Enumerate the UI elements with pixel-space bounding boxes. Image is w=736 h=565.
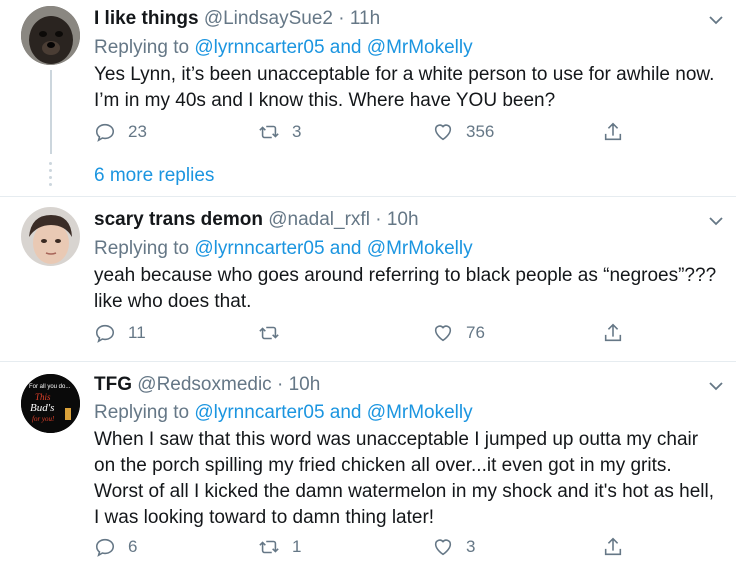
share-icon [604,122,622,141]
chevron-down-icon[interactable] [708,14,724,26]
user-handle[interactable]: @LindsaySue2 [204,8,333,29]
display-name[interactable]: TFG [94,374,132,395]
user-handle[interactable]: @nadal_rxfl [268,209,370,230]
timestamp[interactable]: 11h [350,8,380,29]
timestamp[interactable]: 10h [289,374,321,395]
tweet-text: When I saw that this word was unacceptab… [94,429,714,528]
avatar[interactable] [21,207,80,266]
retweet-icon [259,540,279,554]
share-button[interactable] [602,121,636,143]
like-count: 76 [466,323,485,342]
reply-button[interactable]: 11 [94,322,146,344]
heart-icon [434,539,452,556]
like-button[interactable]: 356 [432,121,494,143]
tweet-header: scary trans demon @nadal_rxfl · 10h [94,209,419,230]
timestamp[interactable]: 10h [387,209,419,230]
retweet-button[interactable]: 1 [258,536,301,558]
retweet-button[interactable]: 3 [258,121,301,143]
retweet-count: 1 [292,537,302,556]
reply-icon [95,324,115,343]
tweet-header: I like things @LindsaySue2 · 11h [94,8,381,29]
reply-icon [95,538,115,557]
mention-link[interactable]: @MrMokelly [367,238,473,259]
logo-text: For all you do... [29,384,71,390]
reply-button[interactable]: 23 [94,121,147,143]
thread-line [50,70,52,154]
reply-icon [95,123,115,142]
mention-link[interactable]: @lyrnncarter05 [194,238,324,259]
mention-link[interactable]: @MrMokelly [367,37,473,58]
like-count: 356 [466,122,495,141]
retweet-count: 3 [292,122,302,141]
tweet-3[interactable]: For all you do... This Bud's for you! TF… [0,362,736,565]
tweet-actions: 11 76 [94,322,654,346]
more-replies-link[interactable]: 6 more replies [94,165,214,187]
share-button[interactable] [602,322,636,344]
user-handle[interactable]: @Redsoxmedic [137,374,271,395]
tweet-1[interactable]: I like things @LindsaySue2 · 11h Replyin… [0,0,736,196]
tweet-actions: 6 1 3 [94,536,654,560]
tweet-2[interactable]: scary trans demon @nadal_rxfl · 10h Repl… [0,197,736,361]
logo-text: for you! [32,415,55,423]
mention-link[interactable]: @MrMokelly [367,402,473,423]
display-name[interactable]: scary trans demon [94,209,263,230]
reply-button[interactable]: 6 [94,536,137,558]
like-button[interactable]: 3 [432,536,475,558]
heart-icon [434,124,452,141]
logo-text: Bud's [30,402,54,414]
mention-link[interactable]: @lyrnncarter05 [194,402,324,423]
share-icon [604,537,622,556]
chevron-down-icon[interactable] [708,380,724,392]
reply-count: 11 [128,323,146,342]
share-button[interactable] [602,536,636,558]
thread-dots [49,162,52,190]
reply-count: 6 [128,537,138,556]
tweet-actions: 23 3 356 [94,121,654,145]
reply-count: 23 [128,122,147,141]
like-count: 3 [466,537,476,556]
share-icon [604,323,622,342]
heart-icon [434,325,452,342]
avatar[interactable]: For all you do... This Bud's for you! [21,374,80,433]
tweet-header: TFG @Redsoxmedic · 10h [94,374,321,395]
avatar[interactable] [21,6,80,65]
replying-to: Replying to @lyrnncarter05 and @MrMokell… [94,238,473,259]
replying-to: Replying to @lyrnncarter05 and @MrMokell… [94,37,473,58]
tweet-text: yeah because who goes around referring t… [94,265,717,312]
replying-to: Replying to @lyrnncarter05 and @MrMokell… [94,402,473,423]
chevron-down-icon[interactable] [708,215,724,227]
tweet-text: Yes Lynn, it’s been unacceptable for a w… [94,64,715,111]
retweet-icon [259,125,279,139]
retweet-button[interactable] [258,322,292,344]
logo-text: This [35,392,51,402]
like-button[interactable]: 76 [432,322,485,344]
display-name[interactable]: I like things [94,8,199,29]
retweet-icon [259,326,279,340]
mention-link[interactable]: @lyrnncarter05 [194,37,324,58]
